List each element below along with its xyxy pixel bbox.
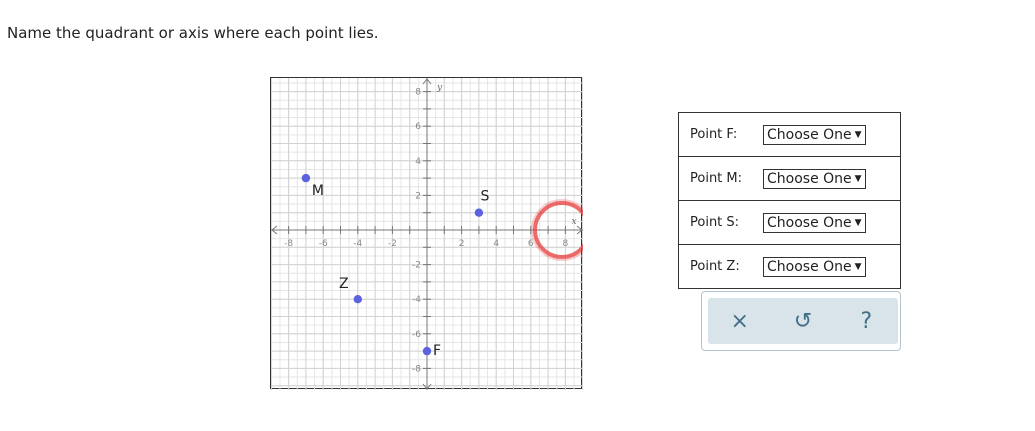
chevron-down-icon: ▼ (854, 217, 862, 228)
answer-row-f: Point F: Choose One ▼ (679, 113, 900, 157)
point-m-selected: Choose One (767, 170, 852, 187)
answer-table: Point F: Choose One ▼ Point M: Choose On… (678, 112, 901, 289)
y-tick-label: 8 (415, 88, 421, 98)
x-tick-label: 2 (459, 239, 465, 249)
point-m (301, 173, 311, 183)
point-s (474, 208, 484, 217)
answer-toolbar: × ↺ ? (701, 291, 901, 351)
y-tick-label: -4 (412, 295, 421, 305)
point-m-dropdown[interactable]: Choose One ▼ (763, 168, 866, 189)
graph-canvas[interactable]: -8 -6 -4 -2 2 4 6 88642-2-4-6-8xyM SZF (271, 78, 583, 390)
point-s-dropdown[interactable]: Choose One ▼ (763, 212, 866, 233)
point-label-f: F (433, 343, 441, 359)
chevron-down-icon: ▼ (854, 129, 862, 140)
close-icon: × (730, 308, 749, 334)
point-z-label: Point Z: (690, 259, 740, 274)
y-tick-label: 4 (415, 157, 421, 167)
x-tick-label: -2 (388, 239, 397, 249)
point-s-label: Point S: (690, 215, 740, 230)
point-label-s: S (480, 189, 489, 205)
x-tick-label: 8 (563, 239, 569, 249)
point-z-dropdown[interactable]: Choose One ▼ (763, 256, 866, 277)
x-axis-label: x (572, 217, 577, 227)
chevron-down-icon: ▼ (854, 173, 862, 184)
y-axis-label: y (436, 83, 443, 93)
x-tick-label: 4 (493, 239, 499, 249)
answer-row-z: Point Z: Choose One ▼ (679, 245, 900, 288)
y-tick-label: 2 (415, 191, 421, 201)
y-tick-label: -2 (412, 261, 421, 271)
point-m-label: Point M: (690, 171, 743, 186)
point-f-dropdown[interactable]: Choose One ▼ (763, 124, 866, 145)
answer-row-m: Point M: Choose One ▼ (679, 157, 900, 201)
toolbar-buttons: × ↺ ? (708, 298, 898, 344)
instruction-text: Name the quadrant or axis where each poi… (7, 24, 379, 42)
help-button[interactable]: ? (846, 301, 886, 341)
clear-button[interactable]: × (720, 301, 760, 341)
point-f-label: Point F: (690, 127, 738, 142)
answer-row-s: Point S: Choose One ▼ (679, 201, 900, 245)
point-z-selected: Choose One (767, 258, 852, 275)
point-s-selected: Choose One (767, 214, 852, 231)
x-tick-label: -8 (284, 239, 293, 249)
chevron-down-icon: ▼ (854, 261, 862, 272)
point-f (422, 346, 432, 356)
point-label-z: Z (339, 276, 349, 292)
point-f-selected: Choose One (767, 126, 852, 143)
y-tick-label: -6 (412, 330, 421, 340)
y-tick-label: -8 (412, 364, 421, 374)
x-tick-label: -4 (353, 239, 362, 249)
point-label-m: M (312, 183, 324, 199)
y-tick-label: 6 (415, 122, 421, 132)
undo-icon: ↺ (793, 308, 813, 334)
point-z (353, 295, 362, 304)
coordinate-graph[interactable]: -8 -6 -4 -2 2 4 6 8 8 6 4 2 -2 -4 -6 -8 x y M S Z F (270, 77, 583, 390)
x-tick-label: -6 (319, 239, 328, 249)
help-icon: ? (860, 308, 873, 334)
undo-button[interactable]: ↺ (783, 301, 823, 341)
